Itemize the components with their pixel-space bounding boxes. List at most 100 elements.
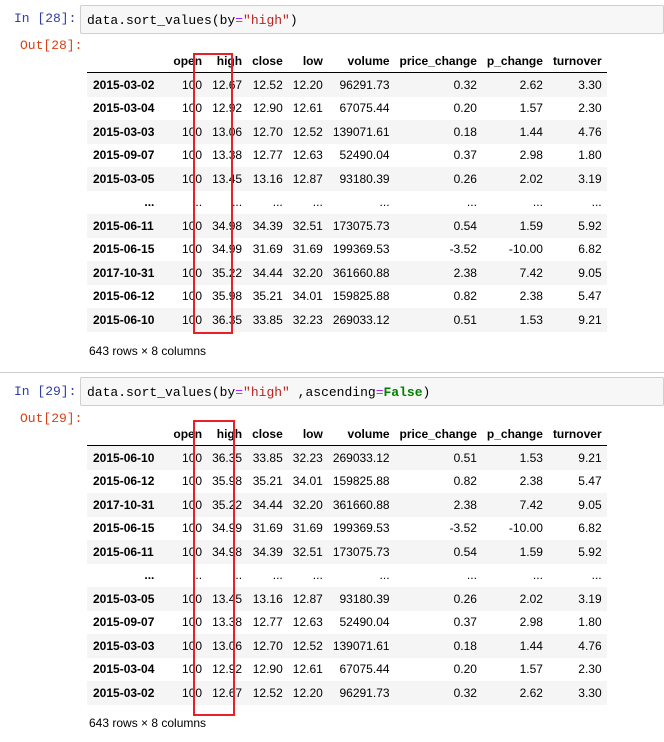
table-cell: 4.76 (578, 638, 602, 653)
row-index: 2015-06-10 (93, 312, 155, 327)
row-index: 2015-06-12 (93, 474, 155, 489)
row-index: 2015-09-07 (93, 615, 155, 630)
table-row: 2015-06-10 100 36.35 33.85 32.23 269033.12 0.5… (87, 445, 607, 470)
table-cell: 2.38 (519, 474, 543, 489)
code-text: ,ascending (289, 385, 376, 400)
table-cell: 1.59 (519, 218, 543, 233)
table-row: 2015-09-07 100 13.38 12.77 12.63 52490.04 0.37… (87, 144, 607, 168)
table-cell: 32.23 (292, 312, 323, 327)
table-cell: 5.92 (578, 544, 602, 559)
code-string: "high" (243, 13, 290, 28)
table-row: 2015-03-02 100 12.67 12.52 12.20 96291.73 0.32… (87, 681, 607, 705)
table-cell: 0.20 (453, 101, 477, 116)
table-cell: ... (466, 195, 477, 210)
table-cell: 12.52 (292, 124, 323, 139)
table-cell: 0.26 (453, 591, 477, 606)
table-cell: ... (591, 568, 602, 583)
table-row: 2015-06-10 100 36.35 33.85 32.23 269033.12 0.5… (87, 308, 607, 332)
row-index: 2017-10-31 (93, 265, 155, 280)
table-cell: ... (379, 195, 390, 210)
table-row: 2015-06-12 100 35.98 35.21 34.01 159825.88 0.8… (87, 470, 607, 494)
table-cell: 9.21 (578, 312, 602, 327)
row-index: 2015-06-15 (93, 521, 155, 536)
table-cell: 3.30 (578, 685, 602, 700)
table-cell: 12.70 (252, 638, 283, 653)
table-cell: 12.63 (292, 148, 323, 163)
table-cell: 269033.12 (332, 450, 390, 465)
code-operator: = (235, 385, 244, 400)
table-cell: 34.01 (292, 474, 323, 489)
table-cell: 1.80 (578, 615, 602, 630)
output-prompt: Out[29]: (20, 411, 83, 426)
table-cell: 0.37 (453, 148, 477, 163)
table-cell: 2.62 (519, 685, 543, 700)
table-cell: 32.51 (292, 218, 323, 233)
column-header: low (287, 423, 328, 446)
table-row: 2015-06-12 100 35.98 35.21 34.01 159825.88 0.8… (87, 285, 607, 309)
table-row: 2015-06-11 100 34.98 34.39 32.51 173075.73 0.5… (87, 540, 607, 564)
table-cell: 13.16 (252, 171, 283, 186)
row-index: 2015-06-15 (93, 242, 155, 257)
row-index: 2015-06-11 (93, 544, 154, 559)
table-cell: 0.18 (453, 124, 477, 139)
table-row: 2015-03-03 100 13.06 12.70 12.52 139071.61 0.1… (87, 634, 607, 658)
dataframe-table: open high close low volume price_change p_chan… (87, 50, 607, 332)
table-row: 2015-03-03 100 13.06 12.70 12.52 139071.61 0.1… (87, 120, 607, 144)
table-cell: 159825.88 (332, 474, 390, 489)
table-cell: 34.01 (292, 289, 323, 304)
table-cell: 361660.88 (332, 497, 390, 512)
row-index: 2015-06-12 (93, 289, 155, 304)
column-header: turnover (547, 50, 607, 73)
table-cell: 0.82 (453, 474, 477, 489)
column-header: price_change (394, 50, 482, 73)
table-cell: 12.52 (252, 685, 283, 700)
highlight-box-high-column (193, 53, 233, 334)
row-index: ... (144, 195, 155, 210)
input-prompt: In [29]: (14, 384, 77, 399)
table-cell: 199369.53 (332, 242, 390, 257)
table-row: 2017-10-31 100 35.22 34.44 32.20 361660.88 2.3… (87, 261, 607, 285)
table-row: 2017-10-31 100 35.22 34.44 32.20 361660.88 2.3… (87, 493, 607, 517)
table-cell: 3.19 (578, 591, 602, 606)
table-row: 2015-09-07 100 13.38 12.77 12.63 52490.04 0.37… (87, 611, 607, 635)
table-cell: 0.54 (453, 544, 477, 559)
table-cell: 2.98 (519, 148, 543, 163)
column-header: p_change (481, 423, 548, 446)
table-cell: 6.82 (578, 242, 602, 257)
code-operator: = (375, 385, 384, 400)
column-header: close (247, 423, 288, 446)
column-header: close (247, 50, 288, 73)
table-cell: 0.37 (453, 615, 477, 630)
code-input[interactable]: data.sort_values(by="high" ,ascending=Fa… (80, 377, 664, 406)
row-index: ... (144, 568, 155, 583)
column-header (87, 423, 169, 446)
table-cell: ... (312, 568, 323, 583)
table-row: 2015-06-11 100 34.98 34.39 32.51 173075.73 0.5… (87, 214, 607, 238)
table-cell: 12.77 (252, 148, 283, 163)
table-cell: 67075.44 (339, 101, 390, 116)
table-cell: 269033.12 (332, 312, 390, 327)
table-cell: 1.80 (578, 148, 602, 163)
header-row: open high close low volume price_change p_chan… (87, 423, 607, 446)
row-index: 2015-09-07 (93, 148, 155, 163)
column-header: low (287, 50, 328, 73)
header-row: open high close low volume price_change p_chan… (87, 50, 607, 73)
table-cell: 139071.61 (332, 124, 390, 139)
table-cell: 52490.04 (339, 148, 390, 163)
table-cell: 12.20 (292, 685, 323, 700)
table-cell: 33.85 (252, 450, 283, 465)
table-cell: 34.39 (252, 544, 283, 559)
table-row: 2015-03-05 100 13.45 13.16 12.87 93180.39 0.26… (87, 587, 607, 611)
table-cell: ... (379, 568, 390, 583)
code-input[interactable]: data.sort_values(by="high") (80, 5, 664, 34)
table-cell: 12.20 (292, 77, 323, 92)
table-row: 2015-06-15 100 34.99 31.69 31.69 199369.53 -3.… (87, 517, 607, 541)
table-cell: 9.05 (578, 265, 602, 280)
table-cell: 34.44 (252, 497, 283, 512)
table-cell: 1.59 (519, 544, 543, 559)
row-index: 2015-03-03 (93, 638, 155, 653)
dataframe-table: open high close low volume price_change p_chan… (87, 423, 607, 705)
table-cell: 7.42 (519, 497, 543, 512)
code-text: data.sort_values(by (87, 385, 236, 400)
table-cell: 2.38 (519, 289, 543, 304)
